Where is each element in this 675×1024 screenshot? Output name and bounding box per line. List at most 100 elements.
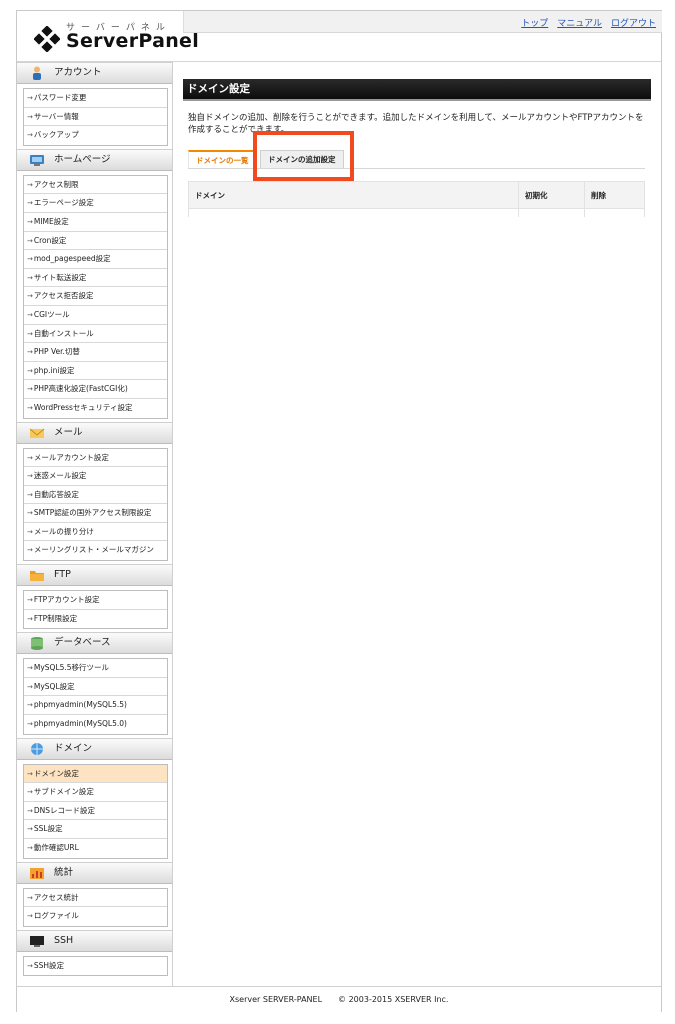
sidebar-item-label: FTP制限設定 — [33, 613, 78, 623]
sidebar-item[interactable]: →phpmyadmin(MySQL5.0) — [24, 715, 167, 734]
sidebar-item[interactable]: →動作確認URL — [24, 839, 167, 858]
logo[interactable]: サーバーパネル ServerPanel — [18, 11, 199, 61]
sidebar-section-title: SSH — [54, 934, 74, 946]
sidebar-item[interactable]: →パスワード変更 — [24, 89, 167, 108]
manual-link[interactable]: マニュアル — [557, 19, 602, 29]
sidebar-item-label: エラーページ設定 — [33, 198, 94, 208]
arrow-icon: → — [27, 546, 33, 555]
terminal-icon — [29, 934, 45, 948]
sidebar-item[interactable]: →FTP制限設定 — [24, 610, 167, 629]
sidebar-item-label: アクセス拒否設定 — [33, 291, 94, 301]
arrow-icon: → — [27, 292, 33, 301]
arrow-icon: → — [27, 348, 33, 357]
sidebar-item[interactable]: →FTPアカウント設定 — [24, 591, 167, 610]
sidebar-section-title: ホームページ — [54, 153, 111, 165]
folder-icon — [29, 568, 45, 582]
person-icon — [29, 66, 45, 80]
top-link[interactable]: トップ — [521, 19, 548, 29]
column-header-delete: 削除 — [584, 181, 645, 209]
arrow-icon: → — [27, 825, 33, 834]
sidebar-item[interactable]: →自動インストール — [24, 325, 167, 344]
highlight-box — [253, 131, 354, 181]
sidebar-item-label: MySQL設定 — [33, 681, 75, 691]
sidebar-item-list: →アクセス統計 →ログファイル — [23, 887, 168, 927]
sidebar-item-label: SSH設定 — [33, 960, 65, 970]
arrow-icon: → — [27, 596, 33, 605]
sidebar-item[interactable]: →サイト転送設定 — [24, 269, 167, 288]
sidebar-item[interactable]: →MySQL5.5移行ツール — [24, 659, 167, 678]
arrow-icon: → — [27, 788, 33, 797]
sidebar-section-header: SSH — [17, 929, 172, 952]
sidebar-item[interactable]: →メールの振り分け — [24, 523, 167, 542]
sidebar-item-label: PHP高速化設定(FastCGI化) — [33, 384, 128, 394]
sidebar-item-label: 動作確認URL — [33, 843, 79, 852]
arrow-icon: → — [27, 893, 33, 902]
sidebar-item-list: →FTPアカウント設定 →FTP制限設定 — [23, 590, 168, 630]
arrow-icon: → — [27, 844, 33, 852]
arrow-icon: → — [27, 527, 33, 536]
sidebar-item[interactable]: →SMTP認証の国外アクセス制限設定 — [24, 504, 167, 523]
sidebar-item-label: 自動応答設定 — [33, 489, 79, 499]
sidebar-item[interactable]: →エラーページ設定 — [24, 194, 167, 213]
sidebar-item-label: バックアップ — [33, 130, 79, 140]
sidebar-item[interactable]: →メールアカウント設定 — [24, 449, 167, 468]
tab-domain-list[interactable]: ドメインの一覧 — [188, 150, 257, 168]
sidebar-item-label: 自動インストール — [33, 328, 94, 338]
sidebar-item[interactable]: →ドメイン設定 — [24, 764, 167, 784]
sidebar-item[interactable]: →MySQL設定 — [24, 678, 167, 697]
sidebar-item[interactable]: →MIME設定 — [24, 213, 167, 232]
sidebar-item[interactable]: →迷惑メール設定 — [24, 467, 167, 486]
arrow-icon: → — [27, 131, 33, 140]
sidebar-item[interactable]: →WordPressセキュリティ設定 — [24, 399, 167, 418]
sidebar-item[interactable]: →PHP高速化設定(FastCGI化) — [24, 380, 167, 399]
sidebar-item[interactable]: →PHP Ver.切替 — [24, 343, 167, 362]
sidebar-item[interactable]: →サーバー情報 — [24, 108, 167, 127]
sidebar-item[interactable]: →自動応答設定 — [24, 486, 167, 505]
sidebar-item-label: メールアカウント設定 — [33, 452, 109, 462]
sidebar-item[interactable]: →メーリングリスト・メールマガジン — [24, 541, 167, 560]
sidebar-item-label: メーリングリスト・メールマガジン — [33, 545, 154, 555]
sidebar-item-label: Cron設定 — [33, 235, 67, 245]
sidebar-item-label: サブドメイン設定 — [33, 787, 94, 797]
sidebar-item[interactable]: →mod_pagespeed設定 — [24, 250, 167, 269]
sidebar-item-label: パスワード変更 — [33, 93, 87, 102]
sidebar-item[interactable]: →アクセス拒否設定 — [24, 287, 167, 306]
sidebar-section-title: データベース — [54, 637, 111, 649]
database-icon — [29, 636, 45, 651]
sidebar-item[interactable]: →アクセス統計 — [24, 889, 167, 908]
sidebar-item[interactable]: →Cron設定 — [24, 232, 167, 251]
top-links: トップ マニュアル ログアウト — [512, 16, 656, 29]
sidebar-item-label: アクセス制限 — [33, 179, 79, 189]
arrow-icon: → — [27, 664, 33, 673]
sidebar-item[interactable]: →DNSレコード設定 — [24, 802, 167, 821]
sidebar-item[interactable]: →サブドメイン設定 — [24, 783, 167, 802]
sidebar-item-label: SMTP認証の国外アクセス制限設定 — [33, 508, 152, 518]
arrow-icon: → — [27, 490, 33, 499]
arrow-icon: → — [27, 912, 33, 921]
sidebar-section-header: メール — [17, 421, 172, 444]
sidebar-section-title: ドメイン — [54, 742, 93, 754]
sidebar-item[interactable]: →phpmyadmin(MySQL5.5) — [24, 696, 167, 716]
sidebar-item[interactable]: →ログファイル — [24, 907, 167, 926]
arrow-icon: → — [27, 769, 33, 778]
sidebar-item[interactable]: →php.ini設定 — [24, 362, 167, 381]
sidebar-item[interactable]: →SSL設定 — [24, 820, 167, 839]
arrow-icon: → — [27, 614, 33, 623]
logout-link[interactable]: ログアウト — [611, 19, 656, 29]
arrow-icon: → — [27, 366, 33, 375]
arrow-icon: → — [27, 255, 33, 264]
sidebar-item-label: phpmyadmin(MySQL5.5) — [33, 700, 127, 710]
sidebar-item[interactable]: →SSH設定 — [24, 957, 167, 976]
arrow-icon: → — [27, 217, 33, 226]
sidebar-item-label: MIME設定 — [33, 216, 69, 226]
arrow-icon: → — [27, 453, 33, 462]
domain-table: ドメイン 初期化 削除 — [188, 181, 645, 217]
arrow-icon: → — [27, 682, 33, 691]
sidebar: アカウント →パスワード変更 →サーバー情報 →バックアップ ホームページ →アクセス制限… — [17, 62, 172, 979]
table-cell — [518, 208, 585, 217]
arrow-icon: → — [27, 180, 33, 189]
sidebar-item-label: 迷惑メール設定 — [33, 471, 87, 481]
sidebar-item[interactable]: →バックアップ — [24, 126, 167, 145]
sidebar-item[interactable]: →アクセス制限 — [24, 176, 167, 195]
sidebar-item[interactable]: →CGIツール — [24, 306, 167, 325]
